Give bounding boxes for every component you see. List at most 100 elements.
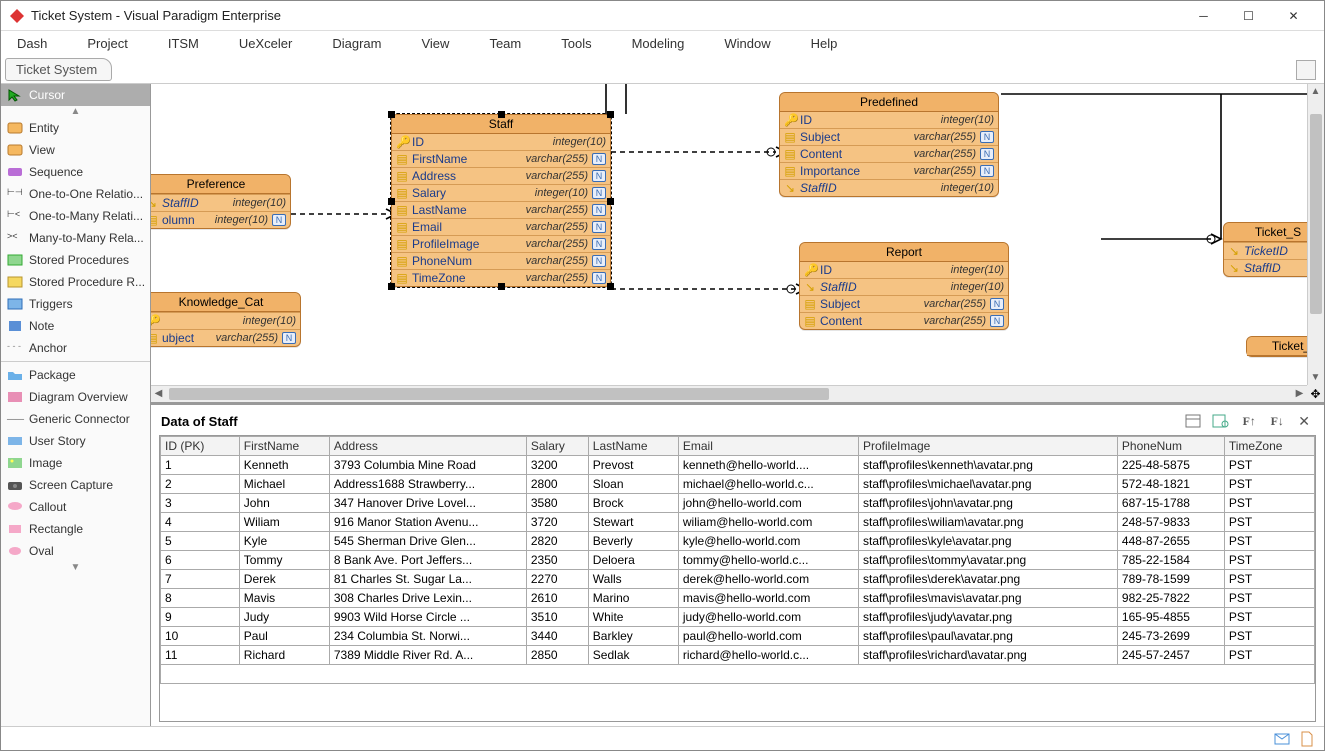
sort-asc-button[interactable]: F↑ [1238,411,1260,431]
scroll-down-icon[interactable]: ▼ [1,562,150,573]
horizontal-scrollbar[interactable]: ◀▶ [151,385,1307,402]
menu-diagram[interactable]: Diagram [326,34,387,53]
entity-predefined[interactable]: Predefined 🔑IDinteger(10)▤Subjectvarchar… [779,92,999,197]
tool-many-to-many[interactable]: ><Many-to-Many Rela... [1,227,150,249]
sp-icon [7,253,23,267]
table-row[interactable]: 9Judy9903 Wild Horse Circle ...3510White… [161,608,1315,627]
spr-icon [7,275,23,289]
table-row[interactable]: 3John347 Hanover Drive Lovel...3580Brock… [161,494,1315,513]
tool-package[interactable]: Package [1,364,150,386]
tool-callout[interactable]: Callout [1,496,150,518]
user-story-icon [7,434,23,448]
titlebar: Ticket System - Visual Paradigm Enterpri… [1,1,1324,31]
tool-one-to-many[interactable]: ⊢<One-to-Many Relati... [1,205,150,227]
data-panel-title: Data of Staff [161,414,1176,429]
table-row[interactable]: 10Paul234 Columbia St. Norwi...3440Barkl… [161,627,1315,646]
menu-team[interactable]: Team [483,34,527,53]
tool-cursor[interactable]: Cursor [1,84,150,106]
tool-rectangle[interactable]: Rectangle [1,518,150,540]
sort-desc-button[interactable]: F↓ [1266,411,1288,431]
menu-itsm[interactable]: ITSM [162,34,205,53]
mail-icon[interactable] [1274,732,1290,746]
menu-view[interactable]: View [415,34,455,53]
status-bar [1,726,1324,750]
doc-icon[interactable] [1300,731,1314,747]
breadcrumb-bar: Ticket System [1,56,1324,84]
camera-icon [7,478,23,492]
tool-one-to-one[interactable]: ⊢⊣One-to-One Relatio... [1,183,150,205]
tool-stored-procedures[interactable]: Stored Procedures [1,249,150,271]
col-header[interactable]: LastName [588,437,678,456]
tool-diagram-overview[interactable]: Diagram Overview [1,386,150,408]
data-panel: Data of Staff F↑ F↓ ✕ ID (PK)FirstNameAd… [151,403,1324,726]
menu-modeling[interactable]: Modeling [626,34,691,53]
note-icon [7,319,23,333]
tool-generic-connector[interactable]: ──Generic Connector [1,408,150,430]
data-grid[interactable]: ID (PK)FirstNameAddressSalaryLastNameEma… [159,435,1316,722]
minimize-button[interactable]: ─ [1181,2,1226,30]
tool-entity[interactable]: Entity [1,117,150,139]
folder-icon [7,368,23,382]
panel-close-button[interactable]: ✕ [1294,413,1314,430]
menu-project[interactable]: Project [81,34,133,53]
table-row[interactable]: 6Tommy8 Bank Ave. Port Jeffers...2350Del… [161,551,1315,570]
entity-preference[interactable]: Preference ↘StaffIDinteger(10) ▤olumnint… [151,174,291,229]
tool-view[interactable]: View [1,139,150,161]
menu-window[interactable]: Window [718,34,776,53]
table-row[interactable]: 11Richard7389 Middle River Rd. A...2850S… [161,646,1315,665]
tool-stored-procedure-result[interactable]: Stored Procedure R... [1,271,150,293]
tool-screen-capture[interactable]: Screen Capture [1,474,150,496]
sequence-icon [7,165,23,179]
rect-icon [7,522,23,536]
maximize-button[interactable]: ☐ [1226,2,1271,30]
close-button[interactable]: ✕ [1271,2,1316,30]
table-row[interactable]: 4Wiliam916 Manor Station Avenu...3720Ste… [161,513,1315,532]
tool-triggers[interactable]: Triggers [1,293,150,315]
menu-help[interactable]: Help [805,34,844,53]
col-header[interactable]: Address [329,437,526,456]
overview-icon [7,390,23,404]
entity-staff[interactable]: Staff 🔑IDinteger(10)▤FirstNamevarchar(25… [391,114,611,287]
entity-report[interactable]: Report 🔑IDinteger(10)↘StaffIDinteger(10)… [799,242,1009,330]
connector-icon: ── [7,412,23,426]
tool-anchor[interactable]: - - -Anchor [1,337,150,359]
entity-knowledge-cat[interactable]: Knowledge_Cat 🔑integer(10) ▤ubjectvarcha… [151,292,301,347]
col-header[interactable]: ID (PK) [161,437,240,456]
col-header[interactable]: TimeZone [1224,437,1314,456]
table-row[interactable]: 1Kenneth3793 Columbia Mine Road3200Prevo… [161,456,1315,475]
vertical-scrollbar[interactable]: ▲▼ [1307,84,1324,385]
menu-tools[interactable]: Tools [555,34,597,53]
view-icon [7,143,23,157]
image-icon [7,456,23,470]
grid-icon [1185,414,1201,428]
menu-dash[interactable]: Dash [11,34,53,53]
col-header[interactable]: Salary [526,437,588,456]
col-header[interactable]: PhoneNum [1117,437,1224,456]
tool-image[interactable]: Image [1,452,150,474]
search-icon [1212,414,1230,428]
panel-btn-2[interactable] [1210,411,1232,431]
col-header[interactable]: Email [678,437,858,456]
table-row[interactable]: 8Mavis308 Charles Drive Lexin...2610Mari… [161,589,1315,608]
perspective-icon[interactable] [1296,60,1316,80]
diagram-canvas[interactable]: Preference ↘StaffIDinteger(10) ▤olumnint… [151,84,1324,403]
cursor-icon [7,88,23,102]
table-row[interactable]: 2MichaelAddress1688 Strawberry...2800Slo… [161,475,1315,494]
panel-btn-1[interactable] [1182,411,1204,431]
breadcrumb-tab[interactable]: Ticket System [5,58,112,81]
col-header[interactable]: ProfileImage [858,437,1117,456]
oval-icon [7,544,23,558]
tool-user-story[interactable]: User Story [1,430,150,452]
tool-sequence[interactable]: Sequence [1,161,150,183]
move-handle-icon[interactable]: ✥ [1307,385,1324,402]
table-row[interactable]: 7Derek81 Charles St. Sugar La...2270Wall… [161,570,1315,589]
trigger-icon [7,297,23,311]
entity-icon [7,121,23,135]
table-row[interactable]: 5Kyle545 Sherman Drive Glen...2820Beverl… [161,532,1315,551]
callout-icon [7,500,23,514]
col-header[interactable]: FirstName [239,437,329,456]
menu-uexceler[interactable]: UeXceler [233,34,298,53]
tool-oval[interactable]: Oval [1,540,150,562]
tool-note[interactable]: Note [1,315,150,337]
scroll-up-icon[interactable]: ▲ [1,106,150,117]
